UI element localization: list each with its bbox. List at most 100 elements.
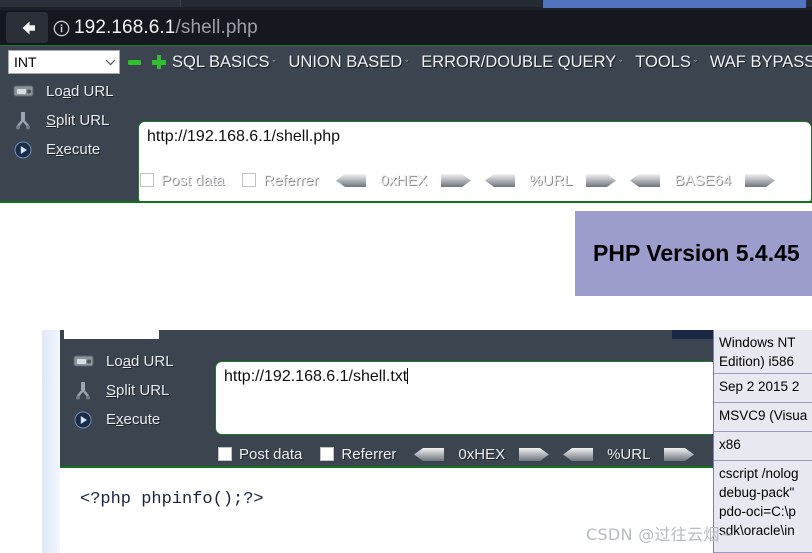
post-data-checkbox[interactable]: Post data [218, 446, 302, 463]
second-window: Load URL Split URL Execute http://192.16… [42, 330, 812, 553]
load-url-button[interactable]: Load URL [60, 347, 220, 376]
table-row: Windows NT Edition) i586 [714, 330, 812, 374]
hackbar-panel-top: INT SQL BASICS ˇ UNION BASED ˇ ERROR/DOUBL… [0, 45, 812, 203]
browser-tab-inactive[interactable] [0, 0, 180, 7]
menu-tools[interactable]: TOOLS ˇ [635, 53, 697, 72]
decode-arrow-icon[interactable] [336, 173, 367, 187]
hackbar-menus: SQL BASICS ˇ UNION BASED ˇ ERROR/DOUBLE QU… [172, 46, 812, 78]
table-row: Sep 2 2015 2 [714, 374, 812, 403]
php-version-text: PHP Version 5.4.45 [593, 240, 800, 266]
codec-url: %URL [485, 171, 617, 189]
encode-arrow-icon[interactable] [441, 173, 472, 187]
url-path: /shell.php [175, 17, 258, 38]
menu-sql-basics[interactable]: SQL BASICS ˇ [172, 53, 276, 72]
url-text[interactable]: 192.168.6.1/shell.php [74, 17, 258, 39]
type-select[interactable]: INT [8, 50, 120, 74]
encode-arrow-icon[interactable] [586, 173, 617, 187]
php-version-banner: PHP Version 5.4.45 [575, 211, 812, 296]
checkbox-box [140, 173, 154, 187]
split-url-button[interactable]: Split URL [60, 376, 220, 405]
hackbar2-options-row: Post data Referrer 0xHEX %URL [218, 441, 708, 466]
window-left-edge [42, 330, 60, 553]
back-arrow-icon[interactable] [6, 12, 48, 43]
codec-hex: 0xHEX [414, 445, 550, 463]
checkbox-box [218, 447, 232, 461]
menu-label: UNION BASED [288, 52, 403, 71]
menu-label: WAF BYPASS [709, 52, 812, 71]
menu-error-double-query[interactable]: ERROR/DOUBLE QUERY ˇ [421, 53, 622, 72]
load-url-button[interactable]: Load URL [0, 77, 160, 106]
hackbar2-menus-clipped [190, 330, 750, 339]
decode-arrow-icon[interactable] [563, 447, 594, 461]
url-textarea-value: http://192.168.6.1/shell.txt [224, 368, 408, 385]
load-url-icon [72, 352, 94, 372]
plus-icon[interactable] [152, 55, 166, 69]
codec-name: 0xHEX [380, 171, 428, 189]
phpinfo-table: Windows NT Edition) i586 Sep 2 2015 2 MS… [713, 330, 812, 553]
menu-label: TOOLS [635, 52, 691, 71]
codec-url: %URL [563, 445, 695, 463]
browser-tab-strip [0, 0, 812, 10]
codec-hex: 0xHEX [336, 171, 472, 189]
load-url-label: Load URL [46, 83, 114, 100]
referrer-checkbox[interactable]: Referrer [242, 172, 318, 189]
watermark: CSDN @过往云烟~ [586, 521, 733, 545]
load-url-icon [12, 82, 34, 102]
referrer-label: Referrer [263, 171, 319, 189]
split-url-icon [72, 381, 94, 401]
chevron-down-icon: ˇ [405, 58, 409, 69]
codec-name: %URL [607, 445, 651, 463]
url-textarea[interactable]: http://192.168.6.1/shell.txt [215, 361, 727, 435]
post-data-checkbox[interactable]: Post data [140, 172, 224, 189]
execute-icon [12, 140, 34, 160]
hackbar2-menu-row-clipped [60, 330, 812, 343]
referrer-checkbox[interactable]: Referrer [320, 446, 396, 463]
checkbox-box [242, 173, 257, 187]
split-url-button[interactable]: Split URL [0, 106, 160, 135]
menu-waf-bypass[interactable]: WAF BYPASSˇ [710, 53, 812, 72]
table-row: x86 [714, 432, 812, 461]
decode-arrow-icon[interactable] [630, 173, 661, 187]
split-url-label: Split URL [46, 112, 110, 129]
hackbar-menu-row: INT SQL BASICS ˇ UNION BASED ˇ ERROR/DOUBL… [0, 45, 812, 77]
decode-arrow-icon[interactable] [414, 447, 445, 461]
browser-url-bar: 192.168.6.1/shell.php [0, 10, 812, 45]
post-data-label: Post data [161, 171, 225, 189]
encode-arrow-icon[interactable] [664, 447, 695, 461]
menu-label: SQL BASICS [172, 52, 270, 71]
chevron-down-icon: ˇ [619, 58, 623, 69]
chevron-down-icon: ˇ [693, 58, 697, 69]
chevron-down-icon: ˇ [272, 58, 276, 69]
second-window-body: Load URL Split URL Execute http://192.16… [60, 330, 812, 553]
hackbar-options-row: Post data Referrer 0xHEX %URL BASE64 [140, 167, 789, 193]
browser-tab-active[interactable] [543, 0, 806, 8]
codec-name: %URL [529, 171, 573, 189]
execute-button[interactable]: Execute [0, 135, 160, 164]
encode-arrow-icon[interactable] [745, 173, 776, 187]
encode-arrow-icon[interactable] [519, 447, 550, 461]
chevron-down-icon [101, 51, 119, 73]
decode-arrow-icon[interactable] [485, 173, 516, 187]
browser-tab-inactive-2[interactable] [180, 0, 542, 7]
browser-tab-strip-end [806, 0, 812, 7]
execute-label: Execute [46, 141, 101, 158]
minus-icon[interactable] [128, 60, 141, 65]
menu-union-based[interactable]: UNION BASED ˇ [289, 53, 409, 72]
checkbox-box [320, 447, 335, 461]
url-host: 192.168.6.1 [74, 17, 176, 38]
execute-button[interactable]: Execute [60, 405, 220, 434]
type-select[interactable] [64, 330, 159, 339]
menu-label: ERROR/DOUBLE QUERY [421, 52, 617, 71]
info-circle-icon[interactable] [52, 19, 70, 37]
codec-base64: BASE64 [630, 172, 776, 189]
hackbar-actions: Load URL Split URL Execute [0, 77, 160, 164]
load-url-label: Load URL [106, 353, 174, 370]
split-url-icon [12, 111, 34, 131]
hackbar-panel-second: Load URL Split URL Execute http://192.16… [60, 343, 812, 468]
execute-icon [72, 410, 94, 430]
post-data-label: Post data [239, 445, 303, 463]
referrer-label: Referrer [341, 445, 397, 463]
hackbar2-actions: Load URL Split URL Execute [60, 347, 220, 434]
codec-name: 0xHEX [458, 445, 506, 463]
php-code-text: <?php phpinfo();?> [80, 490, 264, 509]
